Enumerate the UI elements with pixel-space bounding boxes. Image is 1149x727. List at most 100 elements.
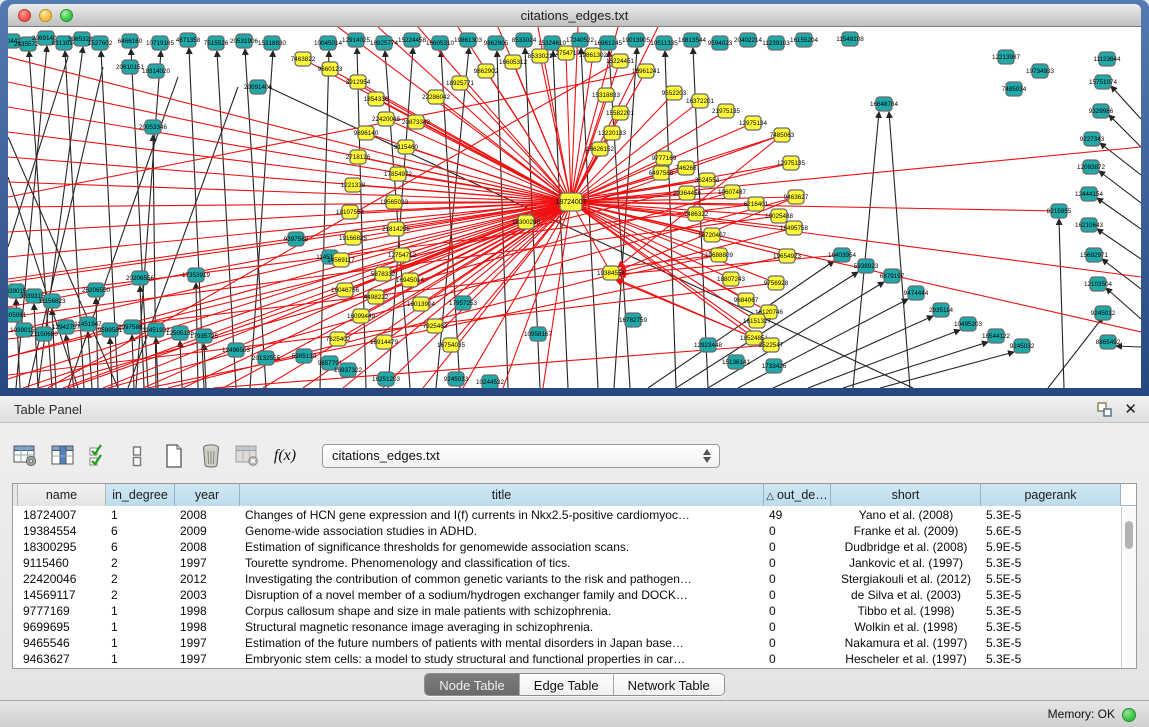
table-select-dropdown[interactable]: citations_edges.txt [322, 444, 720, 468]
tab-network-table[interactable]: Network Table [614, 674, 724, 696]
graph-node-label: 15318830 [258, 40, 287, 47]
new-column-icon[interactable] [160, 442, 188, 470]
float-panel-icon[interactable] [1096, 401, 1113, 418]
column-header-in_degree[interactable]: in_degree [106, 484, 175, 506]
table-panel: Table Panel ✕ [0, 396, 1149, 700]
cell-year: 1998 [175, 603, 240, 619]
table-row[interactable]: 977716911998Corpus callosum shape and si… [13, 603, 1121, 619]
graph-node-label: 12213987 [992, 54, 1021, 61]
citation-edge-black[interactable] [1109, 115, 1141, 147]
status-bar: Memory: OK [0, 700, 1149, 727]
citation-edge-red[interactable] [463, 202, 571, 388]
graph-node-label: 10607487 [718, 189, 747, 196]
citation-edge-black[interactable] [1097, 198, 1141, 229]
function-builder-icon[interactable]: f(x) [271, 442, 299, 470]
cell-name: 14569117 [18, 587, 106, 603]
citation-edge-black[interactable] [1048, 317, 1103, 388]
network-graph[interactable]: 9804425243557242069140683130141065328715… [8, 27, 1141, 388]
column-header-name[interactable]: name [18, 484, 106, 506]
delete-table-icon[interactable] [234, 442, 262, 470]
citation-edge-black[interactable] [1099, 171, 1141, 203]
citation-edge-black[interactable] [808, 330, 960, 388]
citation-edge-red[interactable] [383, 202, 571, 388]
graph-node-label: 10958167 [524, 331, 553, 338]
tab-node-table[interactable]: Node Table [425, 674, 520, 696]
table-row[interactable]: 946554611997Estimation of the future num… [13, 635, 1121, 651]
graph-node-label: 18544122 [982, 333, 1011, 340]
delete-column-icon[interactable] [197, 442, 225, 470]
table-row[interactable]: 1830029562008Estimation of significance … [13, 539, 1121, 555]
table-scrollbar-thumb[interactable] [1125, 521, 1133, 549]
show-columns-icon[interactable] [49, 442, 77, 470]
cell-in_degree: 6 [106, 539, 175, 555]
cell-short: Hescheler et al. (1997) [831, 651, 981, 667]
graph-node-label: 11239103 [762, 40, 790, 47]
graph-node-label: 10719185 [146, 40, 175, 47]
graph-node-label: 16626152 [586, 146, 615, 153]
graph-node-label: 7486322 [684, 211, 709, 218]
network-canvas[interactable]: 9804425243557242069140683130141065328715… [8, 27, 1141, 388]
citation-edge-black[interactable] [128, 87, 238, 388]
citation-edge-red[interactable] [384, 202, 571, 342]
memory-ok-indicator [1122, 708, 1136, 722]
cell-pagerank: 5.6E-5 [981, 523, 1121, 539]
graph-node-label: 10244532 [476, 379, 505, 386]
table-row[interactable]: 2242004622012Investigating the contribut… [13, 571, 1121, 587]
graph-node-label: 14569117 [327, 257, 355, 264]
cell-year: 1998 [175, 619, 240, 635]
citation-edge-black[interactable] [1059, 219, 1064, 388]
citation-edge-red[interactable] [513, 62, 571, 202]
network-window-titlebar[interactable]: citations_edges.txt [8, 4, 1141, 27]
cell-out_degree: 49 [764, 507, 831, 523]
graph-node-label: 22286042 [422, 94, 451, 101]
table-row[interactable]: 946362711997Embryonic stem cells: a mode… [13, 651, 1121, 667]
column-header-out_degree[interactable]: △out_de… [764, 484, 831, 506]
sort-ascending-icon: △ [766, 491, 774, 502]
toggle-rows-icon[interactable] [123, 442, 151, 470]
cell-name: 9465546 [18, 635, 106, 651]
graph-node-label: 6216401 [744, 201, 769, 208]
cell-name: 22420046 [18, 571, 106, 587]
table-row[interactable]: 911546021997Tourette syndrome. Phenomeno… [13, 555, 1121, 571]
column-header-short[interactable]: short [831, 484, 981, 506]
citation-edge-black[interactable] [8, 57, 68, 247]
cell-year: 2012 [175, 571, 240, 587]
citation-edge-black[interactable] [8, 137, 118, 388]
close-panel-icon[interactable]: ✕ [1124, 399, 1137, 420]
column-header-year[interactable]: year [175, 484, 240, 506]
cell-title: Genome-wide association studies in ADHD. [240, 523, 764, 539]
graph-node-label: 20610151 [116, 64, 145, 71]
graph-node-label: 746266 [675, 165, 697, 172]
graph-node-label: 2718126 [346, 154, 371, 161]
table-tabs: Node TableEdge TableNetwork Table [424, 673, 725, 696]
table-row[interactable]: 1456911722003Disruption of a novel membe… [13, 587, 1121, 603]
graph-node-label: 7925462 [423, 323, 448, 330]
table-row[interactable]: 1938455462009Genome-wide association stu… [13, 523, 1121, 539]
table-row[interactable]: 1872400712008Changes of HCN gene express… [13, 507, 1121, 523]
citation-edge-black[interactable] [1111, 86, 1141, 119]
cell-title: Investigating the contribution of common… [240, 571, 764, 587]
select-columns-icon[interactable] [86, 442, 114, 470]
cell-year: 2008 [175, 539, 240, 555]
table-row[interactable]: 969969511998Structural magnetic resonanc… [13, 619, 1121, 635]
graph-node-label: 16251203 [372, 376, 401, 383]
citation-edge-red[interactable] [8, 202, 571, 257]
graph-node-label: 20132555 [252, 355, 281, 362]
graph-node-label: 19384554 [597, 270, 626, 277]
graph-node-label: 20402214 [734, 37, 763, 44]
table-options-icon[interactable] [12, 442, 40, 470]
graph-node-label: 20364456 [673, 190, 702, 197]
cell-name: 9115460 [18, 555, 106, 571]
graph-node-label: 26206550 [82, 287, 111, 294]
tab-edge-table[interactable]: Edge Table [520, 674, 614, 696]
citation-edge-red[interactable] [571, 202, 757, 321]
citation-edge-red[interactable] [8, 204, 756, 297]
column-header-pagerank[interactable]: pagerank [981, 484, 1121, 506]
table-scrollbar[interactable] [1121, 507, 1136, 668]
citation-edge-black[interactable] [889, 112, 910, 388]
citation-edge-black[interactable] [204, 344, 206, 388]
column-header-title[interactable]: title [240, 484, 764, 506]
cell-title: Embryonic stem cells: a model to study s… [240, 651, 764, 667]
citation-edge-black[interactable] [250, 51, 273, 388]
citation-edge-red[interactable] [436, 97, 571, 202]
